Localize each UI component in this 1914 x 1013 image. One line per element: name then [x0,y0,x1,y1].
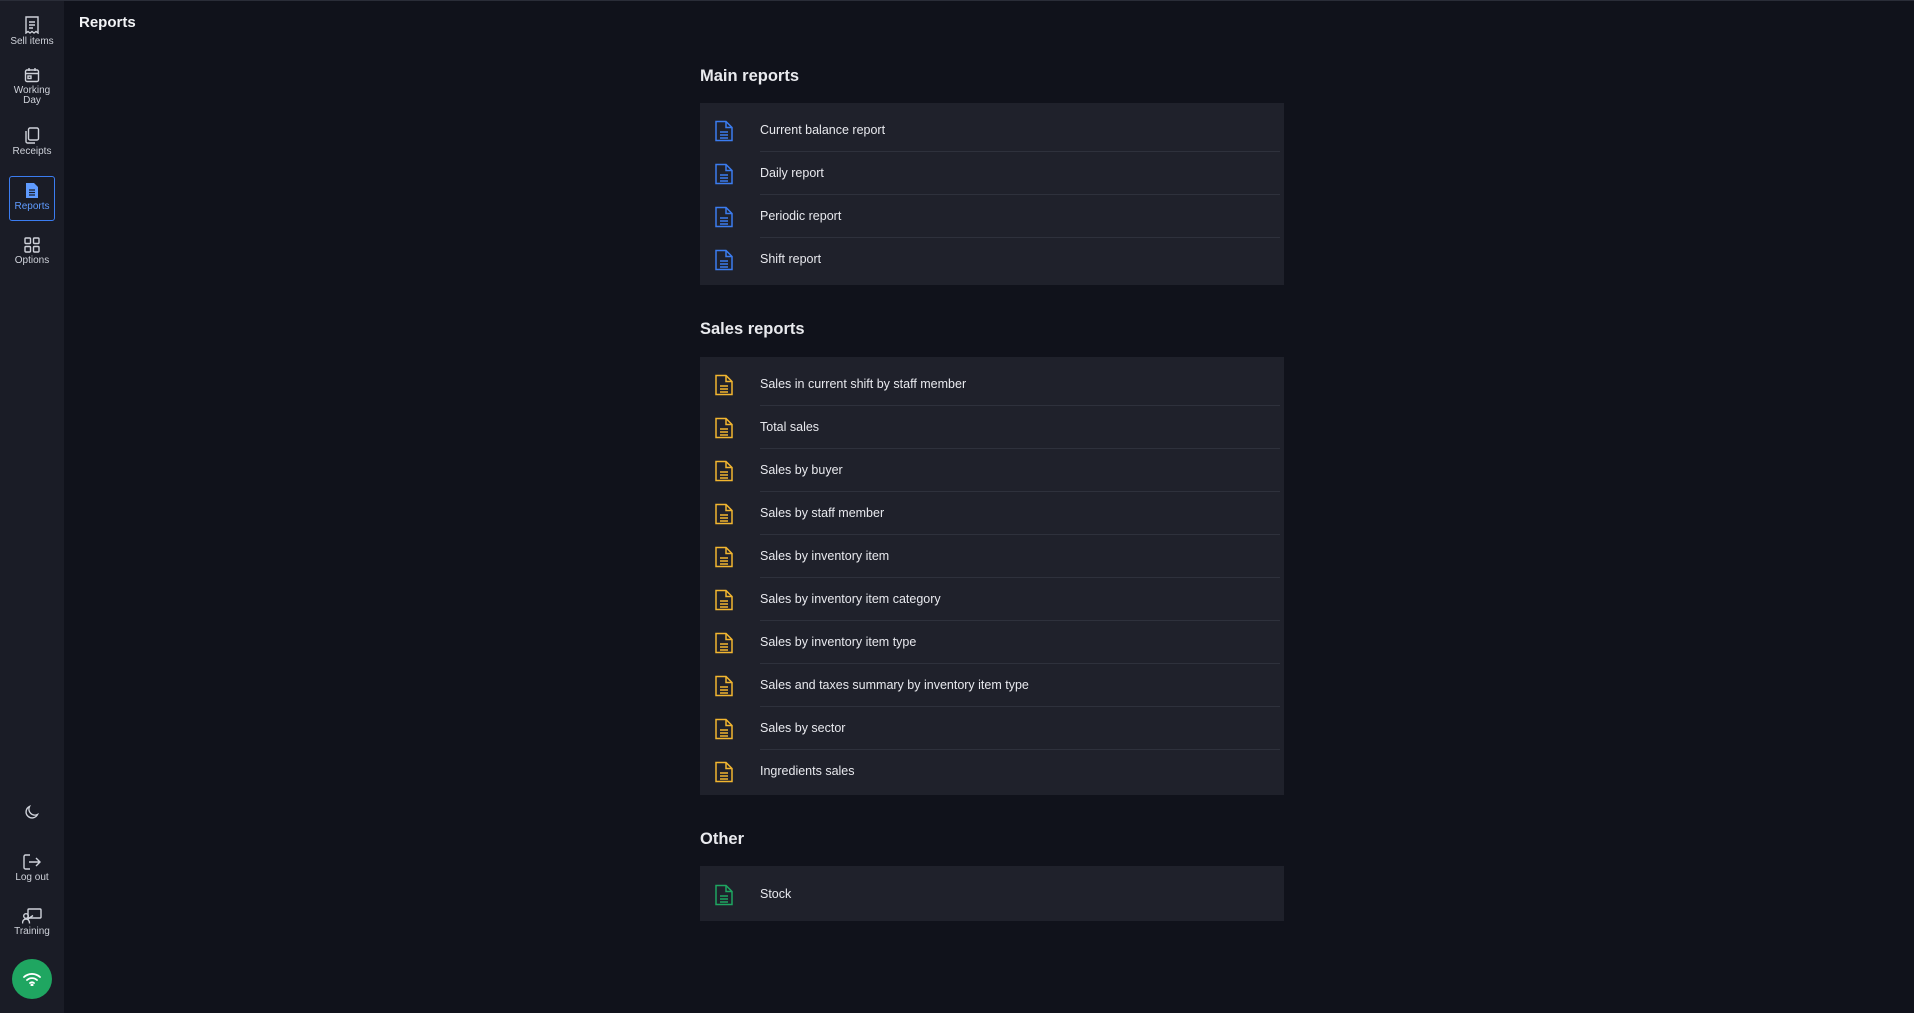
sales-reports-list: Sales in current shift by staff member T… [700,357,1284,795]
document-icon [715,718,733,740]
report-sales-by-item-type[interactable]: Sales by inventory item type [700,620,1284,663]
report-stock[interactable]: Stock [700,872,1284,915]
report-label: Sales by sector [760,720,846,735]
document-icon [715,249,733,271]
document-icon [715,374,733,396]
report-sales-current-shift-staff[interactable]: Sales in current shift by staff member [700,362,1284,405]
report-label: Ingredients sales [760,763,855,778]
receipt-list-icon [25,16,39,34]
grid-icon [24,237,40,253]
report-periodic[interactable]: Periodic report [700,194,1284,237]
section-title-sales-reports: Sales reports [700,320,805,338]
nav-label: Receipts [12,146,52,157]
nav-receipts[interactable]: Receipts [9,127,55,161]
document-icon [715,163,733,185]
report-label: Current balance report [760,122,886,137]
nav-working-day[interactable]: Working Day [9,67,55,111]
wifi-icon [23,973,41,986]
report-label: Sales by buyer [760,462,843,477]
moon-icon [25,805,39,819]
document-icon [715,120,733,142]
section-title-other: Other [700,830,745,848]
logout-button[interactable]: Log out [9,854,55,888]
document-icon [715,761,733,783]
document-icon [715,884,733,906]
report-current-balance[interactable]: Current balance report [700,108,1284,151]
report-ingredients-sales[interactable]: Ingredients sales [700,749,1284,792]
report-sales-by-item-category[interactable]: Sales by inventory item category [700,577,1284,620]
report-label: Total sales [760,419,820,434]
report-label: Sales by inventory item category [760,591,941,606]
nav-reports[interactable]: Reports [9,176,55,221]
theme-toggle-button[interactable] [9,804,55,824]
document-icon [715,417,733,439]
report-shift[interactable]: Shift report [700,237,1284,280]
nav-label: Training [14,926,50,937]
section-title-main-reports: Main reports [700,67,800,85]
document-icon [715,675,733,697]
document-icon [26,183,38,198]
report-daily[interactable]: Daily report [700,151,1284,194]
report-label: Sales by inventory item [760,548,890,563]
nav-label: Options [14,255,50,266]
report-sales-by-staff[interactable]: Sales by staff member [700,491,1284,534]
report-sales-by-sector[interactable]: Sales by sector [700,706,1284,749]
other-reports-list: Stock [700,866,1284,921]
report-sales-taxes-summary[interactable]: Sales and taxes summary by inventory ite… [700,663,1284,706]
document-icon [715,503,733,525]
nav-label: Working Day [13,85,51,106]
nav-label: Sell items [10,36,54,47]
document-icon [715,632,733,654]
nav-options[interactable]: Options [9,237,55,271]
copy-icon [25,127,40,144]
nav-label: Log out [15,872,49,883]
report-label: Sales in current shift by staff member [760,376,967,391]
training-button[interactable]: Training [9,908,55,942]
logout-icon [23,854,41,870]
report-sales-by-buyer[interactable]: Sales by buyer [700,448,1284,491]
report-label: Stock [760,886,792,901]
main-reports-list: Current balance report Daily report Peri… [700,103,1284,285]
report-label: Periodic report [760,208,842,223]
sidebar: Sell items Working Day Receipts Reports … [0,1,64,1013]
report-total-sales[interactable]: Total sales [700,405,1284,448]
report-label: Sales by staff member [760,505,885,520]
nav-sell-items[interactable]: Sell items [9,16,55,50]
document-icon [715,546,733,568]
page-title: Reports [79,14,136,31]
report-label: Shift report [760,251,822,266]
training-icon [22,908,42,924]
connection-status-button[interactable] [12,959,52,999]
report-label: Daily report [760,165,824,180]
document-icon [715,206,733,228]
document-icon [715,460,733,482]
calendar-icon [24,68,40,83]
report-sales-by-inventory-item[interactable]: Sales by inventory item [700,534,1284,577]
nav-label: Reports [14,201,50,212]
document-icon [715,589,733,611]
report-label: Sales and taxes summary by inventory ite… [760,677,1029,692]
report-label: Sales by inventory item type [760,634,917,649]
